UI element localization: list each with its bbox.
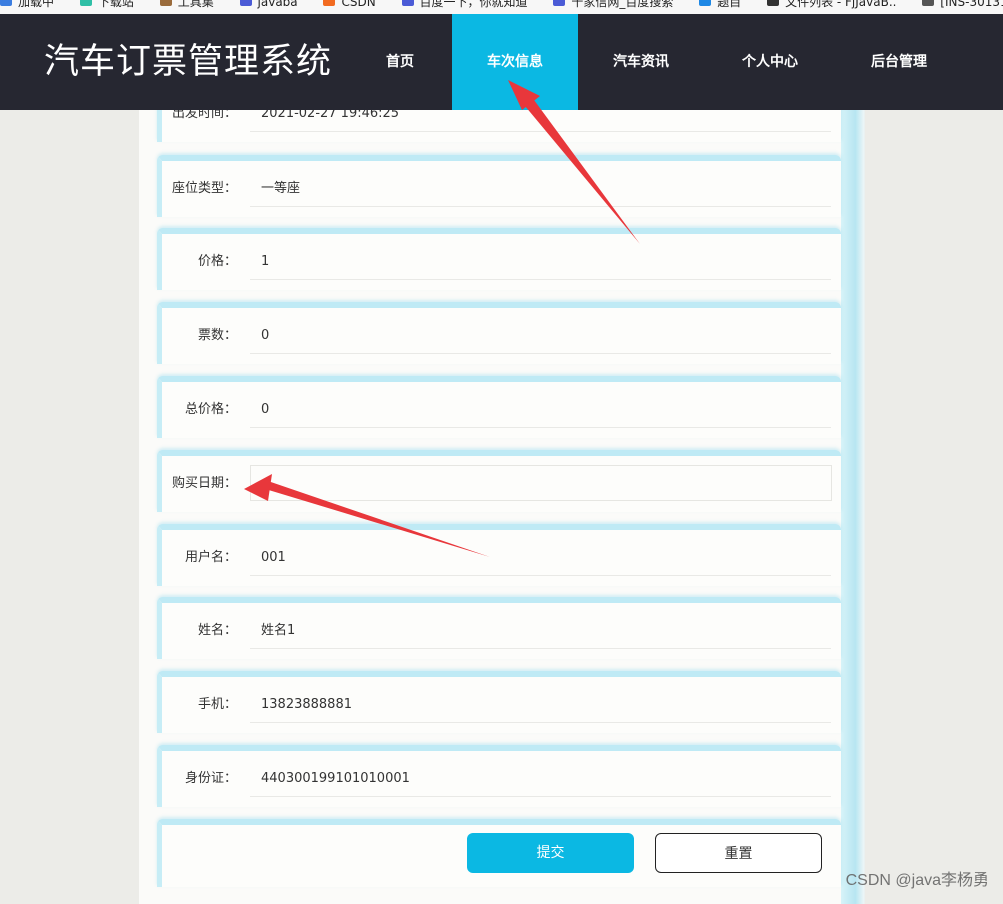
form-row-phone: 手机： 13823888881 (157, 671, 841, 733)
bookmark-item[interactable]: 百度一下，你就知道 (401, 0, 528, 8)
bookmarks-bar: 加载中 下载站 工具集 javaba CSDN 百度一下，你就知道 千家信网_百… (0, 0, 1003, 14)
bookmark-item[interactable]: CSDN (323, 0, 376, 8)
bookmark-item[interactable]: 工具集 (159, 0, 214, 8)
form-row-price: 价格： 1 (157, 228, 841, 290)
form-row-id-card: 身份证： 440300199101010001 (157, 745, 841, 807)
bookmark-item[interactable]: 下载站 (79, 0, 134, 8)
form-row-ticket-count: 票数： 0 (157, 302, 841, 364)
panel-shadow (841, 110, 865, 904)
csdn-icon (323, 0, 336, 6)
id-card-value: 440300199101010001 (250, 761, 831, 797)
ticket-count-value: 0 (250, 318, 831, 354)
total-price-value: 0 (250, 392, 831, 428)
bookmark-item[interactable]: 文件列表 - FjJavaB.. (767, 0, 896, 8)
bookmark-icon (767, 0, 780, 6)
reset-button[interactable]: 重置 (655, 833, 822, 873)
nav-admin[interactable]: 后台管理 (852, 14, 946, 110)
nav-personal-center[interactable]: 个人中心 (723, 14, 817, 110)
nav-news[interactable]: 汽车资讯 (595, 14, 687, 110)
id-card-label: 身份证： (184, 771, 237, 786)
bookmark-item[interactable]: 题目 (699, 0, 741, 8)
baidu-icon (401, 0, 414, 6)
nav-trips[interactable]: 车次信息 (452, 14, 578, 110)
globe-icon (922, 0, 935, 6)
purchase-date-input[interactable] (250, 465, 832, 501)
ticket-count-label: 票数： (197, 328, 237, 343)
form-row-total-price: 总价格： 0 (157, 376, 841, 438)
total-price-label: 总价格： (184, 402, 237, 417)
form-row-purchase-date: 购买日期： (157, 450, 841, 512)
baidu-icon (553, 0, 566, 6)
form-row-seat-type: 座位类型： 一等座 (157, 155, 841, 217)
bookmark-item[interactable]: 加载中 (0, 0, 54, 8)
bookmark-item[interactable]: javaba (239, 0, 298, 8)
purchase-date-label: 购买日期： (171, 476, 237, 491)
seat-type-value: 一等座 (250, 171, 831, 207)
bookmark-icon (159, 0, 172, 6)
seat-type-label: 座位类型： (171, 181, 237, 196)
top-navbar: 汽车订票管理系统 首页 车次信息 汽车资讯 个人中心 后台管理 (0, 14, 1003, 110)
phone-label: 手机： (197, 697, 237, 712)
bookmark-item[interactable]: [INS-30131]执行... (922, 0, 1003, 8)
bookmark-icon (0, 0, 12, 6)
form-row-username: 用户名： 001 (157, 524, 841, 586)
username-value: 001 (250, 540, 831, 576)
name-value: 姓名1 (250, 613, 831, 649)
nav-home[interactable]: 首页 (363, 14, 437, 110)
price-value: 1 (250, 244, 831, 280)
username-label: 用户名： (184, 550, 237, 565)
submit-button[interactable]: 提交 (467, 833, 634, 873)
site-logo-title[interactable]: 汽车订票管理系统 (44, 40, 332, 84)
csdn-watermark: CSDN @java李杨勇 (845, 872, 989, 889)
price-label: 价格： (197, 254, 237, 269)
bookmark-icon (79, 0, 92, 6)
name-label: 姓名： (197, 623, 237, 638)
bookmark-icon (699, 0, 712, 6)
bookmark-icon (239, 0, 252, 6)
form-row-name: 姓名： 姓名1 (157, 597, 841, 659)
phone-value: 13823888881 (250, 687, 831, 723)
bookmark-item[interactable]: 千家信网_百度搜索 (553, 0, 673, 8)
